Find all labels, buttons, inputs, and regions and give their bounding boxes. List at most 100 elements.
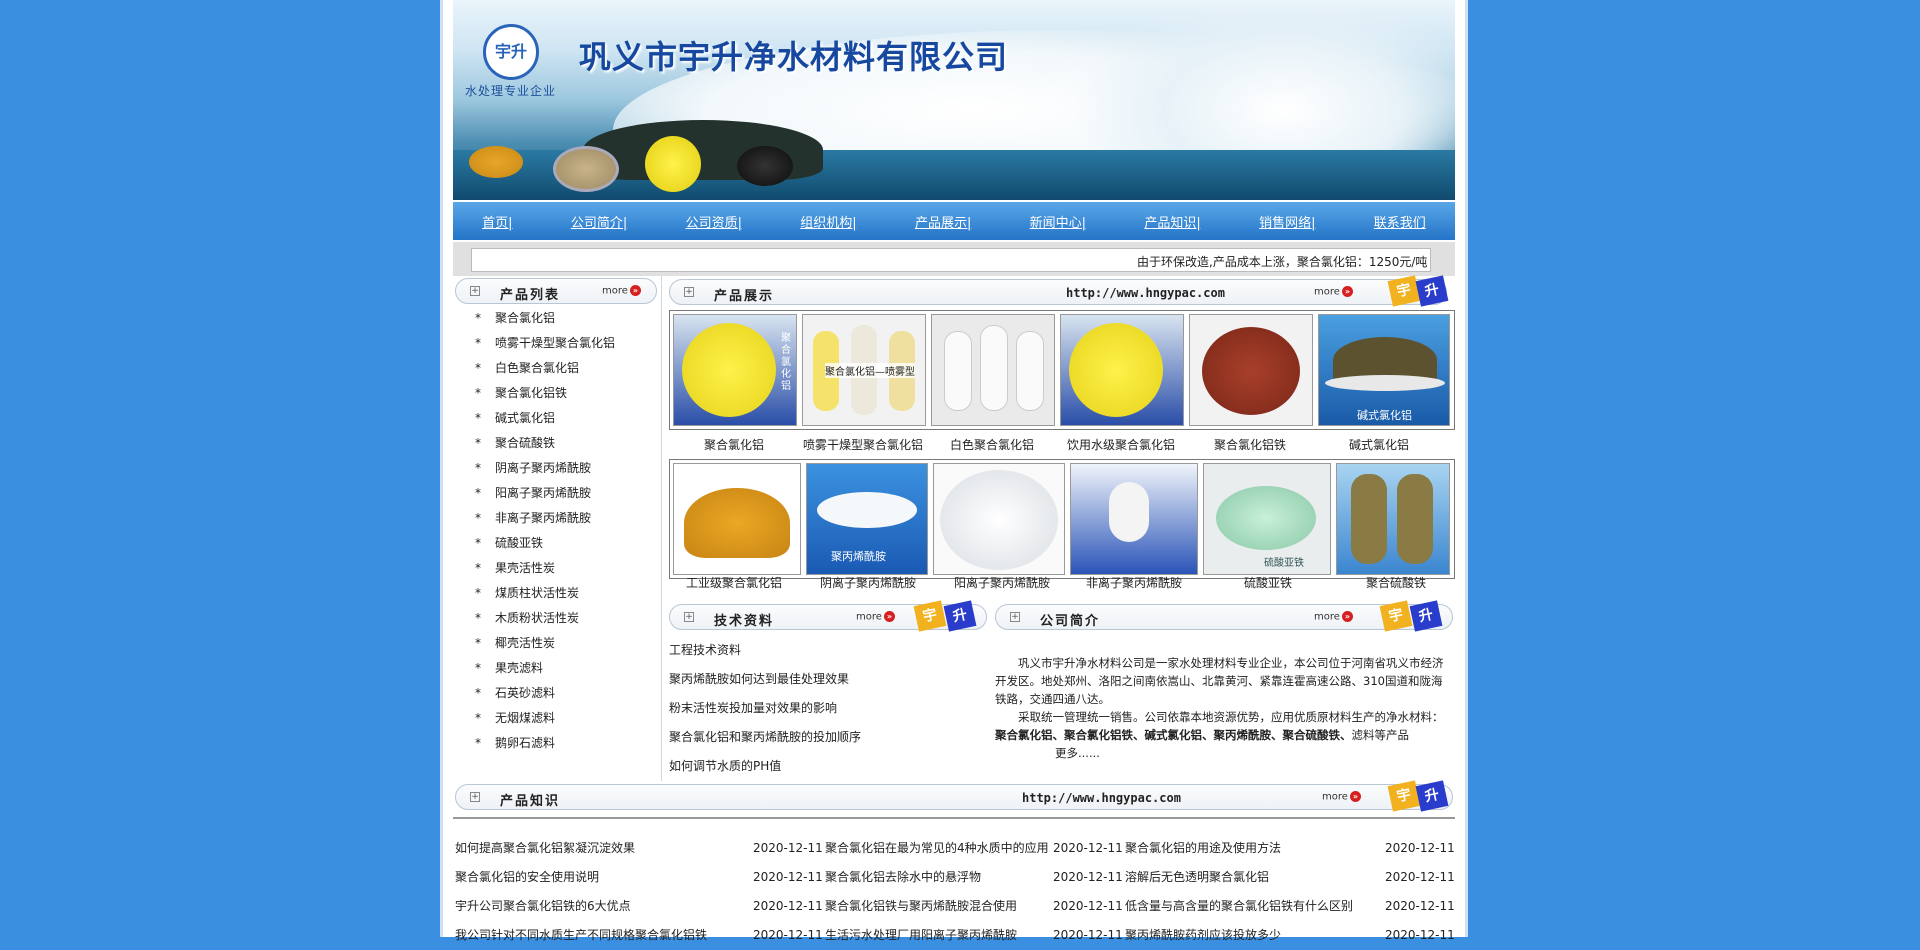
product-show-more-link[interactable]: more» (1314, 286, 1353, 298)
list-item[interactable]: 无烟煤滤料 (453, 706, 663, 731)
list-item[interactable]: 果壳活性炭 (453, 556, 663, 581)
product-image-pafc[interactable] (1189, 314, 1313, 426)
product-image-cpam[interactable] (933, 463, 1065, 575)
product-image-apam[interactable]: 聚丙烯酰胺 (806, 463, 928, 575)
news-date: 2020-12-11 (753, 870, 823, 884)
news-link[interactable]: 如何提高聚合氯化铝絮凝沉淀效果 (455, 834, 635, 863)
list-item[interactable]: 木质粉状活性炭 (453, 606, 663, 631)
badge-sheng: 升 (1415, 275, 1449, 307)
more-arrow-icon: » (1341, 611, 1353, 622)
list-item[interactable]: 喷雾干燥型聚合氯化铝 (453, 331, 663, 356)
news-date: 2020-12-11 (1053, 841, 1123, 855)
product-caption[interactable]: 阳离子聚丙烯酰胺 (937, 574, 1067, 591)
product-pile-sand (553, 146, 619, 192)
knowledge-header: + 产品知识 http://www.hngypac.com more» 宇 升 (455, 780, 1453, 812)
list-item[interactable]: 石英砂滤料 (453, 681, 663, 706)
list-item[interactable]: 如何调节水质的PH值 (669, 752, 969, 781)
nav-qualification[interactable]: 公司资质| (686, 212, 742, 231)
list-item[interactable]: 阴离子聚丙烯酰胺 (453, 456, 663, 481)
news-link[interactable]: 聚丙烯酰胺药剂应该投放多少 (1125, 921, 1281, 950)
list-item[interactable]: 硫酸亚铁 (453, 531, 663, 556)
product-image-basic[interactable]: 碱式氯化铝 (1318, 314, 1450, 426)
list-item[interactable]: 聚丙烯酰胺如何达到最佳处理效果 (669, 665, 969, 694)
announcement-marquee[interactable]: 由于环保改造,产品成本上涨，聚合氯化铝：1250元/吨 白色聚 (471, 248, 1431, 272)
nav-sales[interactable]: 销售网络| (1259, 212, 1315, 231)
product-caption[interactable]: 喷雾干燥型聚合氯化铝 (798, 436, 928, 453)
news-date: 2020-12-11 (1385, 899, 1455, 913)
news-link[interactable]: 聚合氯化铝铁与聚丙烯酰胺混合使用 (825, 892, 1017, 921)
list-item[interactable]: 碱式氯化铝 (453, 406, 663, 431)
product-caption[interactable]: 白色聚合氯化铝 (927, 436, 1057, 453)
list-item[interactable]: 鹅卵石滤料 (453, 731, 663, 756)
product-caption[interactable]: 硫酸亚铁 (1203, 574, 1333, 591)
news-link[interactable]: 低含量与高含量的聚合氯化铝铁有什么区别 (1125, 892, 1353, 921)
news-date: 2020-12-11 (753, 899, 823, 913)
nav-organization[interactable]: 组织机构| (800, 212, 856, 231)
list-item[interactable]: 工程技术资料 (669, 636, 969, 665)
news-link[interactable]: 我公司针对不同水质生产不同规格聚合氯化铝铁 (455, 921, 707, 950)
logo-slogan: 水处理专业企业 (465, 84, 557, 98)
list-item[interactable]: 白色聚合氯化铝 (453, 356, 663, 381)
news-link[interactable]: 聚合氯化铝的安全使用说明 (455, 863, 599, 892)
news-link[interactable]: 生活污水处理厂用阳离子聚丙烯酰胺 (825, 921, 1017, 950)
product-caption[interactable]: 聚合氯化铝铁 (1185, 436, 1315, 453)
product-list-more-link[interactable]: more» (602, 285, 641, 297)
nav-home[interactable]: 首页| (482, 212, 512, 231)
list-item[interactable]: 聚合氯化铝铁 (453, 381, 663, 406)
tech-more-link[interactable]: more» (856, 611, 895, 623)
product-image-drinking[interactable] (1060, 314, 1184, 426)
knowledge-more-link[interactable]: more» (1322, 791, 1361, 803)
more-arrow-icon: » (1349, 791, 1361, 802)
news-date: 2020-12-11 (1053, 899, 1123, 913)
nav-news[interactable]: 新闻中心| (1030, 212, 1086, 231)
tech-title: 技术资料 (714, 614, 775, 629)
news-link[interactable]: 聚合氯化铝去除水中的悬浮物 (825, 863, 981, 892)
product-caption[interactable]: 碱式氯化铝 (1314, 436, 1444, 453)
product-image-npam[interactable] (1070, 463, 1198, 575)
thumb-label: 聚丙烯酰胺 (831, 550, 886, 563)
expand-icon: + (684, 287, 694, 297)
list-item[interactable]: 聚合硫酸铁 (453, 431, 663, 456)
about-text: 巩义市宇升净水材料公司是一家水处理材料专业企业，本公司位于河南省巩义市经济开发区… (995, 654, 1451, 762)
nav-products[interactable]: 产品展示| (915, 212, 971, 231)
product-caption[interactable]: 饮用水级聚合氯化铝 (1056, 436, 1186, 453)
list-item[interactable]: 粉末活性炭投加量对效果的影响 (669, 694, 969, 723)
news-link[interactable]: 宇升公司聚合氯化铝铁的6大优点 (455, 892, 631, 921)
product-image-industrial[interactable] (673, 463, 801, 575)
product-image-pfs[interactable] (1336, 463, 1450, 575)
product-caption[interactable]: 工业级聚合氯化铝 (669, 574, 799, 591)
news-link[interactable]: 聚合氯化铝在最为常见的4种水质中的应用 (825, 834, 1049, 863)
nav-about[interactable]: 公司简介| (571, 212, 627, 231)
list-item[interactable]: 非离子聚丙烯酰胺 (453, 506, 663, 531)
news-link[interactable]: 聚合氯化铝的用途及使用方法 (1125, 834, 1281, 863)
product-caption[interactable]: 阴离子聚丙烯酰胺 (803, 574, 933, 591)
list-item[interactable]: 聚合氯化铝 (453, 306, 663, 331)
nav-knowledge[interactable]: 产品知识| (1144, 212, 1200, 231)
news-link[interactable]: 溶解后无色透明聚合氯化铝 (1125, 863, 1269, 892)
product-image-white[interactable] (931, 314, 1055, 426)
list-item[interactable]: 阳离子聚丙烯酰胺 (453, 481, 663, 506)
logo[interactable]: 宇升 (483, 24, 539, 80)
page-container: 宇升 水处理专业企业 巩义市宇升净水材料有限公司 首页| 公司简介| 公司资质|… (440, 0, 1468, 942)
list-item[interactable]: 煤质柱状活性炭 (453, 581, 663, 606)
product-caption[interactable]: 聚合硫酸铁 (1331, 574, 1461, 591)
badge-sheng: 升 (1409, 600, 1443, 632)
product-image-pac[interactable]: 聚合氯化铝 (673, 314, 797, 426)
nav-contact[interactable]: 联系我们 (1374, 212, 1426, 231)
about-more-link[interactable]: more» (1314, 611, 1353, 623)
about-paragraph-2: 采取统一管理统一销售。公司依靠本地资源优势，应用优质原材料生产的净水材料：聚合氯… (995, 710, 1444, 742)
list-item[interactable]: 果壳滤料 (453, 656, 663, 681)
product-image-ferrous[interactable]: 硫酸亚铁 (1203, 463, 1331, 575)
list-item[interactable]: 椰壳活性炭 (453, 631, 663, 656)
news-date: 2020-12-11 (1053, 928, 1123, 942)
product-image-spray[interactable]: 聚合氯化铝—喷雾型 (802, 314, 926, 426)
product-caption[interactable]: 非离子聚丙烯酰胺 (1069, 574, 1199, 591)
knowledge-list: 如何提高聚合氯化铝絮凝沉淀效果 2020-12-11 聚合氯化铝在最为常见的4种… (453, 834, 1455, 950)
product-caption[interactable]: 聚合氯化铝 (669, 436, 799, 453)
about-more-text-link[interactable]: 更多...... (1055, 746, 1100, 760)
list-item[interactable]: 聚合氯化铝和聚丙烯酰胺的投加顺序 (669, 723, 969, 752)
more-arrow-icon: » (883, 611, 895, 622)
knowledge-title: 产品知识 (500, 794, 561, 809)
expand-icon: + (684, 612, 694, 622)
more-arrow-icon: » (629, 285, 641, 296)
